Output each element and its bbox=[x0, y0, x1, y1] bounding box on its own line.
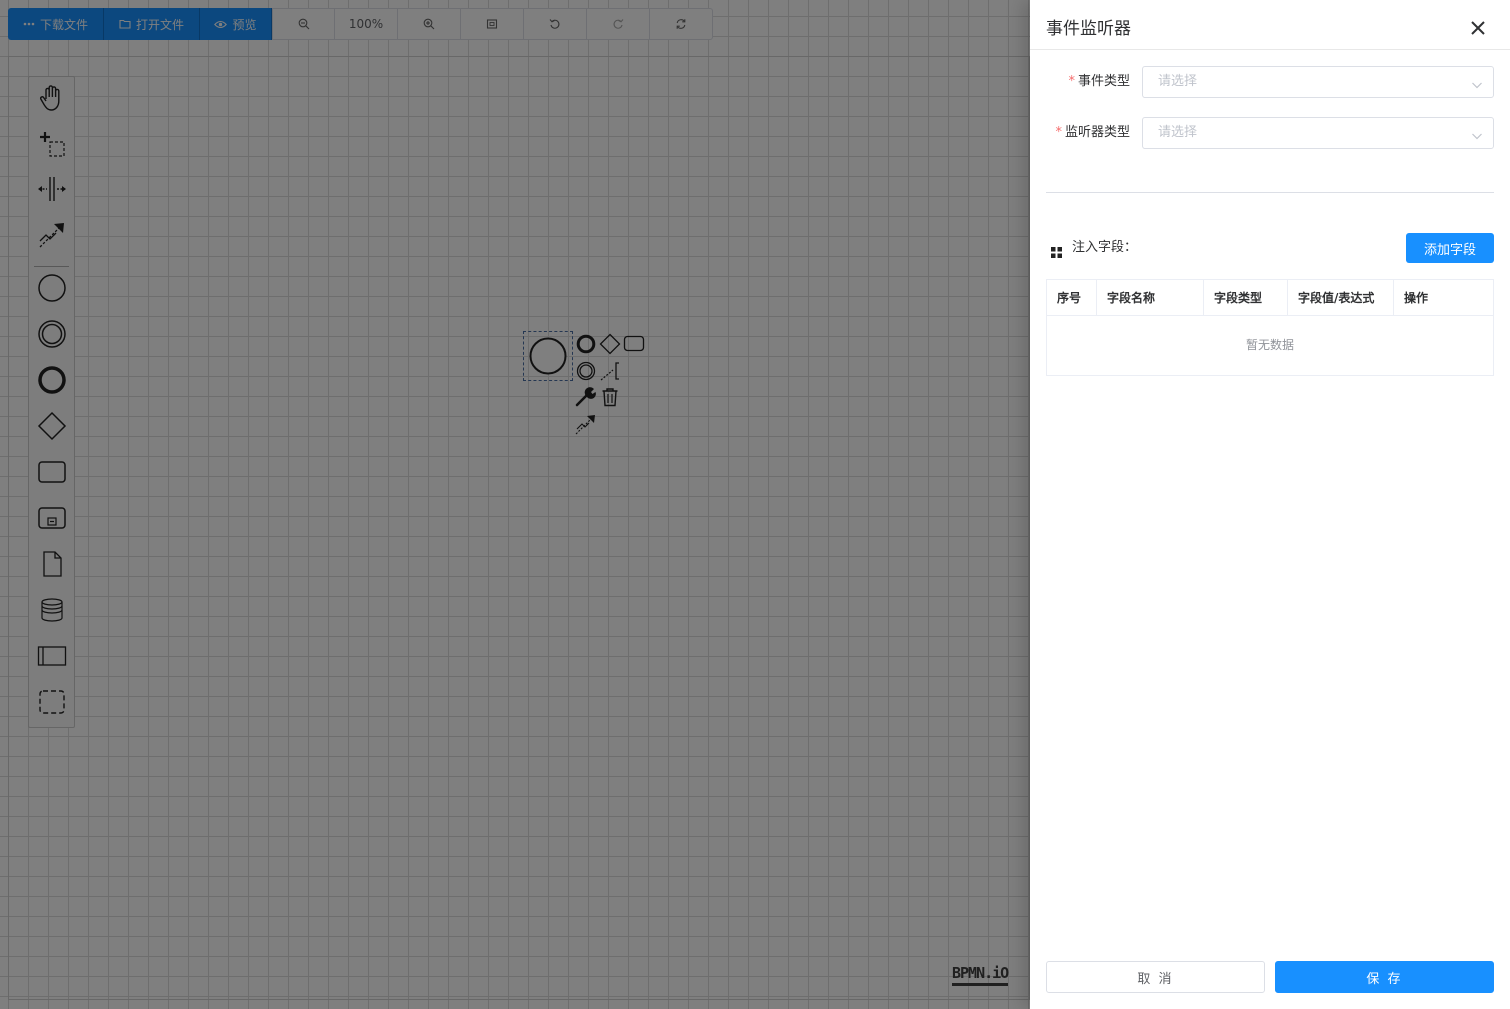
column-header-actions: 操作 bbox=[1404, 291, 1429, 305]
listener-type-label-text: 监听器类型 bbox=[1064, 125, 1130, 140]
listener-type-select[interactable]: 请选择 bbox=[1142, 117, 1494, 149]
drawer-title: 事件监听器 bbox=[1046, 19, 1131, 39]
close-icon bbox=[1466, 21, 1490, 44]
fields-table: 序号 字段名称 字段类型 字段值/表达式 操作 暂无数据 bbox=[1046, 279, 1494, 376]
table-header: 序号 字段名称 字段类型 字段值/表达式 操作 bbox=[1047, 280, 1493, 316]
chevron-down-icon bbox=[1471, 127, 1483, 140]
column-header-index: 序号 bbox=[1047, 280, 1097, 316]
event-type-row: * 事件类型 请选择 bbox=[1046, 66, 1494, 98]
injected-fields-title: 注入字段： bbox=[1072, 240, 1138, 255]
event-type-label: * 事件类型 bbox=[1068, 66, 1130, 98]
required-marker: * bbox=[1055, 125, 1062, 140]
listener-type-row: * 监听器类型 请选择 bbox=[1046, 117, 1494, 149]
listener-type-placeholder: 请选择 bbox=[1158, 125, 1198, 140]
column-header-field-type: 字段类型 bbox=[1204, 280, 1288, 316]
drawer-header: 事件监听器 bbox=[1030, 0, 1510, 50]
add-field-button[interactable]: 添加字段 bbox=[1406, 233, 1494, 263]
section-divider bbox=[1046, 192, 1494, 193]
event-type-label-text: 事件类型 bbox=[1077, 74, 1130, 89]
listener-type-label: * 监听器类型 bbox=[1055, 117, 1130, 149]
column-header-field-name: 字段名称 bbox=[1097, 280, 1204, 316]
close-button[interactable] bbox=[1466, 16, 1490, 40]
cancel-button[interactable]: 取 消 bbox=[1046, 961, 1265, 993]
event-type-placeholder: 请选择 bbox=[1158, 74, 1198, 89]
event-type-select[interactable]: 请选择 bbox=[1142, 66, 1494, 98]
save-button[interactable]: 保 存 bbox=[1275, 961, 1494, 993]
chevron-down-icon bbox=[1471, 76, 1483, 89]
required-marker: * bbox=[1068, 74, 1075, 89]
table-empty-text: 暂无数据 bbox=[1245, 338, 1294, 352]
injected-fields-header: 注入字段： 添加字段 bbox=[1046, 233, 1494, 263]
grid-icon bbox=[1051, 243, 1062, 258]
column-header-field-value: 字段值/表达式 bbox=[1288, 280, 1394, 316]
event-listener-drawer: 事件监听器 * 事件类型 请选择 * 监听器类型 请选择 注入字段： 添加字段 … bbox=[1030, 0, 1510, 1009]
